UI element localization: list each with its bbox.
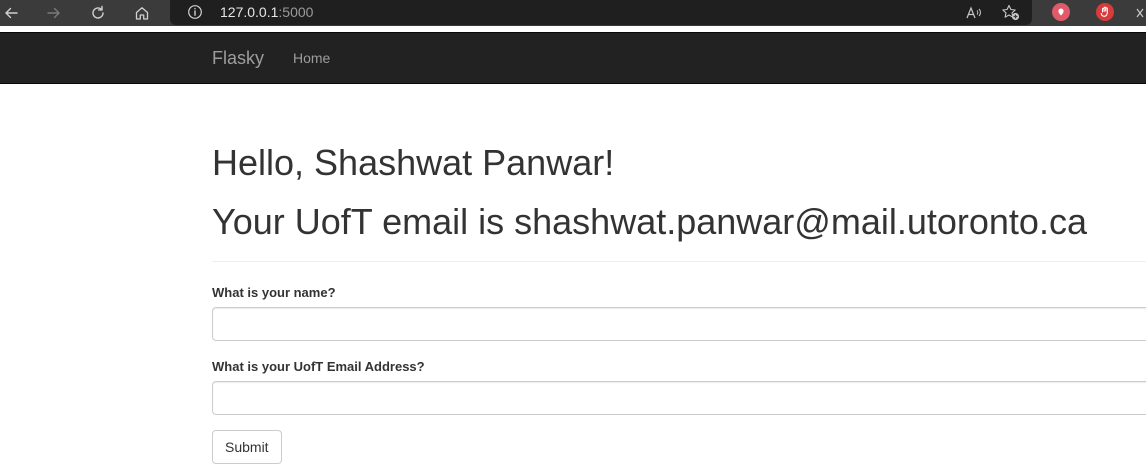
stop-hand-icon[interactable]: [1096, 3, 1114, 21]
navbar-brand[interactable]: Flasky: [212, 48, 264, 68]
name-input[interactable]: [212, 307, 1146, 341]
nav-link-home[interactable]: Home: [293, 50, 330, 66]
browser-toolbar: 127.0.0.1:5000: [0, 0, 1146, 26]
greeting-heading: Hello, Shashwat Panwar!: [212, 142, 615, 183]
home-icon[interactable]: [132, 0, 152, 26]
email-label: What is your UofT Email Address?: [212, 359, 425, 374]
url-host: 127.0.0.1: [220, 4, 279, 20]
extension-badge-icon[interactable]: [1052, 3, 1070, 21]
header-divider: [212, 261, 1146, 262]
name-label: What is your name?: [212, 285, 336, 300]
email-input[interactable]: [212, 381, 1146, 415]
read-aloud-icon[interactable]: [964, 0, 984, 26]
reload-icon[interactable]: [88, 0, 108, 26]
arrow-right-icon[interactable]: [44, 0, 64, 26]
email-heading: Your UofT email is shashwat.panwar@mail.…: [212, 201, 1087, 242]
overflow-icon[interactable]: [1134, 0, 1146, 26]
add-favorite-icon[interactable]: [1000, 0, 1022, 26]
arrow-left-icon[interactable]: [0, 0, 22, 26]
address-url: 127.0.0.1:5000: [220, 4, 313, 20]
app-navbar: Flasky Home: [0, 32, 1146, 84]
address-bar[interactable]: 127.0.0.1:5000: [170, 0, 1032, 25]
url-port: :5000: [278, 4, 314, 20]
submit-button[interactable]: Submit: [212, 430, 282, 464]
info-icon[interactable]: [187, 4, 203, 25]
